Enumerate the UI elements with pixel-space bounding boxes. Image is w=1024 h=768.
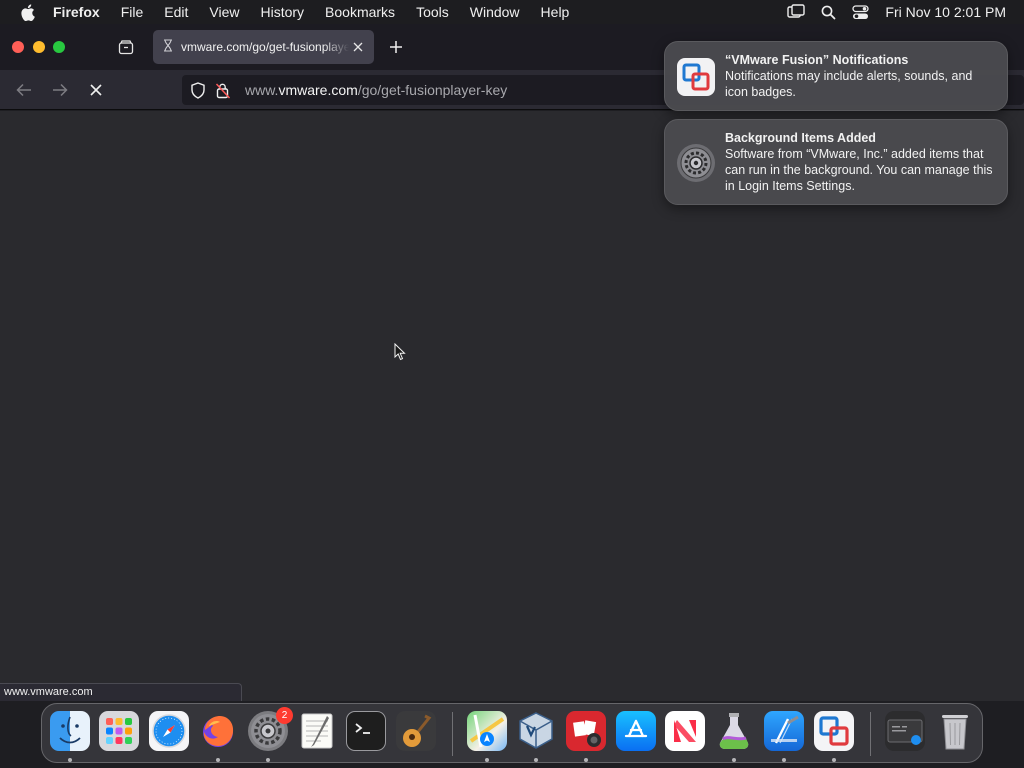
menu-bar: Firefox File Edit View History Bookmarks… <box>0 0 1024 24</box>
running-indicator <box>584 758 588 762</box>
vmware-fusion-icon <box>677 58 715 96</box>
forward-arrow-icon[interactable] <box>50 80 70 100</box>
menu-bookmarks[interactable]: Bookmarks <box>325 4 395 20</box>
dock: 2 <box>41 703 983 763</box>
apple-menu-icon[interactable] <box>16 3 38 21</box>
garageband-icon[interactable] <box>396 711 436 751</box>
stop-loading-icon[interactable] <box>86 80 106 100</box>
tracking-protection-shield-icon[interactable] <box>190 81 206 99</box>
running-indicator <box>782 758 786 762</box>
url-domain: vmware.com <box>278 82 358 98</box>
menu-edit[interactable]: Edit <box>164 4 188 20</box>
menu-view[interactable]: View <box>209 4 239 20</box>
notification-body: Notifications may include alerts, sounds… <box>725 69 973 99</box>
window-close-button[interactable] <box>12 41 24 53</box>
notification-background-items[interactable]: Background Items Added Software from “VM… <box>664 119 1008 205</box>
window-minimize-button[interactable] <box>33 41 45 53</box>
running-indicator <box>832 758 836 762</box>
safari-icon[interactable] <box>149 711 189 751</box>
notification-title: Background Items Added <box>725 131 876 145</box>
running-indicator <box>534 758 538 762</box>
finder-icon[interactable] <box>50 711 90 751</box>
terminal-icon[interactable] <box>346 711 386 751</box>
photo-booth-icon[interactable] <box>566 711 606 751</box>
running-indicator <box>266 758 270 762</box>
virtualbox-icon[interactable] <box>516 711 556 751</box>
url-text[interactable]: www.vmware.com/go/get-fusionplayer-key <box>245 82 507 98</box>
tab-title: vmware.com/go/get-fusionplayer-key <box>181 40 349 54</box>
spotlight-search-icon[interactable] <box>821 5 836 20</box>
menu-clock[interactable]: Fri Nov 10 2:01 PM <box>885 4 1006 20</box>
running-indicator <box>216 758 220 762</box>
running-indicator <box>68 758 72 762</box>
control-center-icon[interactable] <box>852 4 870 20</box>
chemistry-app-icon[interactable] <box>714 711 754 751</box>
textedit-icon[interactable] <box>297 711 337 751</box>
lock-warning-icon[interactable] <box>215 82 231 99</box>
downloads-stack-icon[interactable] <box>885 711 925 751</box>
url-prefix: www. <box>245 82 279 98</box>
news-icon[interactable] <box>665 711 705 751</box>
link-status-url: www.vmware.com <box>0 683 242 701</box>
mouse-pointer-icon <box>394 343 406 361</box>
running-indicator <box>732 758 736 762</box>
notification-vmware-fusion[interactable]: “VMware Fusion” Notifications Notificati… <box>664 41 1008 111</box>
menu-tools[interactable]: Tools <box>416 4 449 20</box>
menu-history[interactable]: History <box>260 4 304 20</box>
menu-window[interactable]: Window <box>470 4 520 20</box>
notification-title: “VMware Fusion” Notifications <box>725 53 909 67</box>
system-settings-icon[interactable]: 2 <box>248 707 293 751</box>
maps-icon[interactable] <box>467 711 507 751</box>
dock-separator <box>870 712 871 756</box>
status-menus: Fri Nov 10 2:01 PM <box>787 4 1006 20</box>
menu-file[interactable]: File <box>121 4 144 20</box>
xcode-icon[interactable] <box>764 711 804 751</box>
notification-body: Software from “VMware, Inc.” added items… <box>725 147 993 193</box>
window-zoom-button[interactable] <box>53 41 65 53</box>
browser-tab[interactable]: vmware.com/go/get-fusionplayer-key <box>153 30 374 64</box>
system-settings-icon <box>677 144 715 182</box>
new-tab-plus-icon[interactable] <box>387 38 405 56</box>
vmware-fusion-icon[interactable] <box>814 711 854 751</box>
menu-app-name[interactable]: Firefox <box>53 4 100 20</box>
firefox-view-icon[interactable] <box>114 36 138 58</box>
notification-badge: 2 <box>276 707 293 724</box>
firefox-icon[interactable] <box>198 711 238 751</box>
loading-hourglass-icon <box>163 39 173 55</box>
back-arrow-icon[interactable] <box>14 80 34 100</box>
app-store-icon[interactable] <box>616 711 656 751</box>
dock-separator <box>452 712 453 756</box>
menu-help[interactable]: Help <box>541 4 570 20</box>
close-tab-icon[interactable] <box>350 39 366 55</box>
screen-mirroring-icon[interactable] <box>787 4 806 20</box>
launchpad-icon[interactable] <box>99 711 139 751</box>
running-indicator <box>485 758 489 762</box>
trash-icon[interactable] <box>935 711 975 751</box>
url-path: /go/get-fusionplayer-key <box>357 82 508 98</box>
